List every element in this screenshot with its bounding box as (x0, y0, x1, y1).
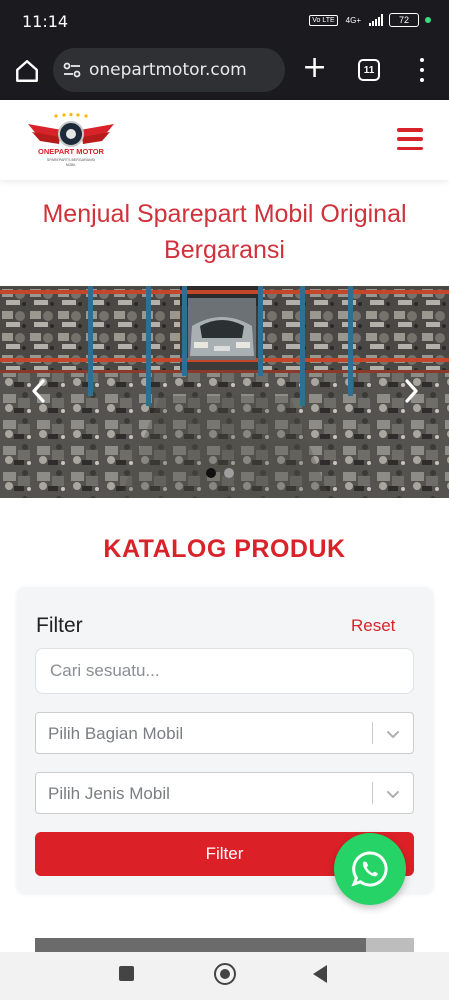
chevron-down-icon[interactable] (385, 786, 401, 802)
hero-title: Menjual Sparepart Mobil Original Bergara… (42, 200, 407, 264)
carousel-dot[interactable] (206, 468, 216, 478)
whatsapp-icon (351, 851, 388, 887)
tab-count: 11 (363, 64, 375, 76)
select-divider (372, 782, 373, 804)
system-nav-bar (0, 952, 449, 1000)
battery-icon: 72 (389, 13, 419, 27)
home-icon[interactable] (14, 58, 40, 84)
volte-icon: Vo LTE (309, 14, 338, 26)
select-car-part[interactable]: Pilih Bagian Mobil (35, 712, 414, 754)
whatsapp-button[interactable] (334, 833, 406, 905)
address-bar[interactable]: onepartmotor.com (53, 48, 285, 92)
back-triangle-icon[interactable] (313, 965, 327, 983)
new-tab-button[interactable]: + (302, 53, 327, 83)
select-car-type[interactable]: Pilih Jenis Mobil (35, 772, 414, 814)
chevron-down-icon[interactable] (385, 726, 401, 742)
catalog-title: KATALOG PRODUK (103, 535, 346, 563)
recent-apps-icon[interactable] (119, 966, 134, 981)
site-logo[interactable]: ONEPART MOTOR SPAREPARTS BERGARANSI MOBI… (26, 110, 116, 174)
hamburger-icon[interactable] (397, 128, 423, 150)
logo-tagline: SPAREPARTS BERGARANSI (47, 158, 95, 162)
chevron-right-icon[interactable] (400, 378, 422, 404)
privacy-indicator-dot (425, 17, 431, 23)
more-vert-icon[interactable] (418, 58, 426, 82)
tune-icon[interactable] (63, 62, 81, 78)
home-circle-icon[interactable] (214, 963, 236, 985)
tabs-icon[interactable]: 11 (358, 59, 380, 81)
status-time: 11:14 (22, 12, 69, 31)
site-header: ONEPART MOTOR SPAREPARTS BERGARANSI MOBI… (0, 100, 449, 180)
network-type: 4G+ (345, 15, 361, 25)
url-text[interactable]: onepartmotor.com (89, 60, 247, 80)
carousel-dot[interactable] (224, 468, 234, 478)
chevron-left-icon[interactable] (28, 378, 50, 404)
carousel-image (0, 286, 449, 498)
status-icons: Vo LTE 4G+ 72 (309, 13, 431, 27)
signal-icon (369, 14, 383, 26)
logo-sub: MOBIL (66, 163, 76, 167)
plus-icon: + (302, 50, 328, 85)
search-input[interactable] (35, 648, 414, 694)
select-car-part-value: Pilih Bagian Mobil (48, 724, 184, 743)
logo-name: ONEPART MOTOR (38, 147, 105, 156)
product-card-image[interactable] (35, 938, 414, 952)
filter-heading: Filter (36, 614, 83, 637)
status-bar: 11:14 Vo LTE 4G+ 72 (0, 0, 449, 44)
browser-toolbar: onepartmotor.com + 11 (0, 44, 449, 100)
carousel-indicators (206, 468, 234, 478)
select-divider (372, 722, 373, 744)
select-car-type-value: Pilih Jenis Mobil (48, 784, 170, 803)
reset-link[interactable]: Reset (351, 616, 395, 636)
hero-carousel[interactable] (0, 286, 449, 498)
